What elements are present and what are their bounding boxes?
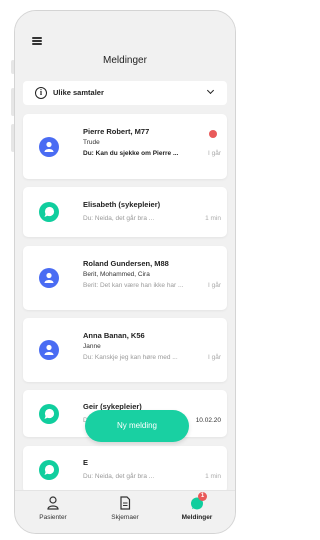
tab-label: Meldinger	[181, 514, 213, 521]
person-icon	[39, 340, 59, 360]
conversation-name: Pierre Robert, M77	[83, 127, 150, 136]
conversation-participants: Trude	[83, 139, 100, 146]
document-icon	[117, 495, 133, 511]
conversation-item[interactable]: E Du: Neida, det går bra ... 1 min	[23, 446, 227, 493]
conversation-preview: Du: Kan du sjekke om Pierre ...	[83, 150, 179, 157]
chat-bubble-icon	[39, 404, 59, 424]
conversation-name: Roland Gundersen, M88	[83, 259, 169, 268]
page-title: Meldinger	[103, 55, 147, 66]
chat-bubble-icon	[39, 202, 59, 222]
conversation-participants: Janne	[83, 343, 101, 350]
conversation-time: I går	[207, 354, 221, 361]
unread-indicator	[209, 130, 217, 138]
tab-meldinger[interactable]: 1 Meldinger	[162, 492, 232, 521]
chat-icon: 1	[189, 492, 207, 511]
conversation-preview: Du: Neida, det går bra ...	[83, 215, 155, 222]
conversation-item[interactable]: Roland Gundersen, M88 Berit, Mohammed, Ci…	[23, 246, 227, 310]
conversation-time: 1 min	[205, 215, 221, 222]
conversation-preview: Du: Kanskje jeg kan høre med ...	[83, 354, 178, 361]
info-icon[interactable]: i	[35, 87, 47, 99]
conversation-item[interactable]: Anna Banan, K56 Janne Du: Kanskje jeg kan …	[23, 318, 227, 382]
new-message-button[interactable]: Ny melding	[85, 410, 189, 442]
chat-bubble-icon	[39, 460, 59, 480]
unread-badge: 1	[198, 492, 207, 501]
conversation-name: Elisabeth (sykepleier)	[83, 200, 161, 209]
conversation-time: I går	[207, 150, 221, 157]
filter-label: Ulike samtaler	[53, 88, 104, 97]
conversation-preview: Du: Neida, det går bra ...	[83, 472, 155, 480]
tab-label: Skjemaer	[111, 514, 139, 521]
bottom-tab-bar: Pasienter Skjemaer 1 Meldinger	[15, 490, 235, 533]
conversation-participants: Berit, Mohammed, Cira	[83, 271, 150, 278]
conversation-name: Anna Banan, K56	[83, 331, 145, 340]
hamburger-icon[interactable]	[32, 37, 42, 45]
app-header: Meldinger	[15, 11, 235, 73]
tab-label: Pasienter	[39, 514, 67, 521]
conversation-time: 1 min	[205, 472, 221, 480]
tab-pasienter[interactable]: Pasienter	[18, 495, 88, 521]
person-icon	[39, 137, 59, 157]
tab-skjemaer[interactable]: Skjemaer	[90, 495, 160, 521]
chevron-down-icon[interactable]	[206, 86, 215, 95]
conversation-filter-dropdown[interactable]: i Ulike samtaler	[23, 81, 227, 105]
conversation-item[interactable]: Pierre Robert, M77 Trude Du: Kan du sjekke…	[23, 114, 227, 179]
conversation-item[interactable]: Elisabeth (sykepleier) Du: Neida, det går…	[23, 187, 227, 237]
conversation-time: I går	[207, 282, 221, 289]
person-outline-icon	[45, 495, 61, 511]
person-icon	[39, 268, 59, 288]
phone-frame: Meldinger i Ulike samtaler Pierre Robert…	[14, 10, 236, 534]
conversation-time: 10.02.20	[195, 416, 221, 424]
conversation-preview: Berit: Det kan være han ikke har ...	[83, 282, 184, 289]
conversation-name: E	[83, 457, 89, 467]
